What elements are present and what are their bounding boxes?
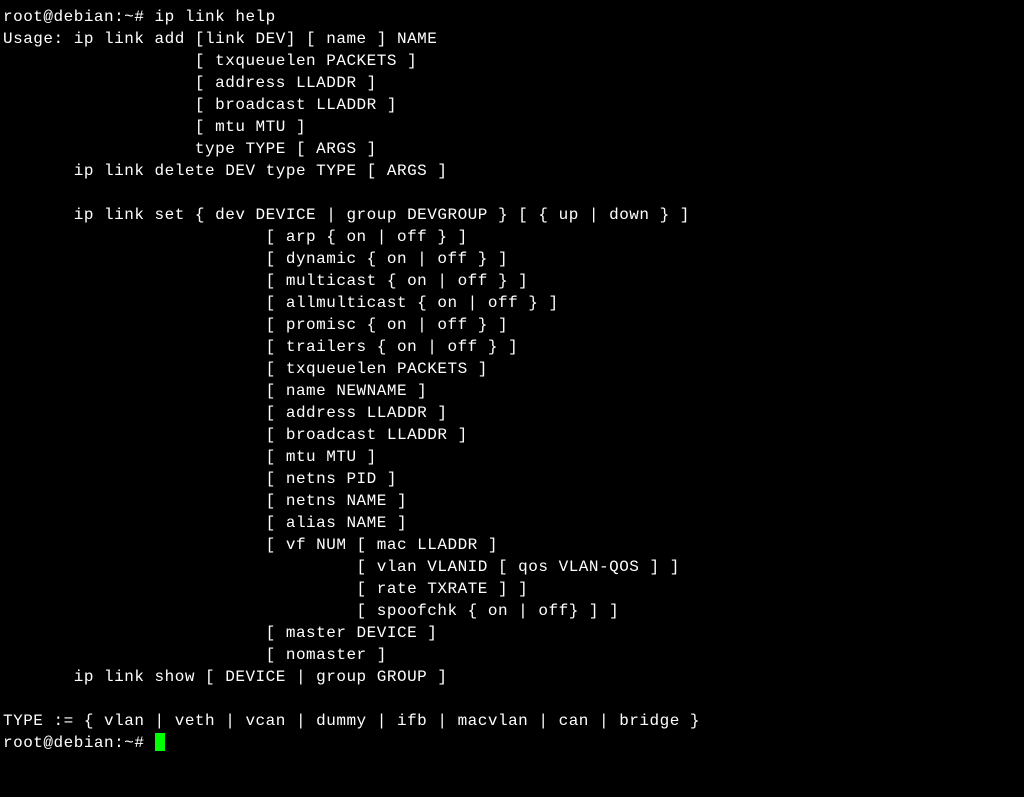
- usage-line: [ txqueuelen PACKETS ]: [3, 360, 488, 378]
- usage-line: Usage: ip link add [link DEV] [ name ] N…: [3, 30, 437, 48]
- usage-line: [ address LLADDR ]: [3, 74, 377, 92]
- prompt-line-1: root@debian:~# ip link help: [3, 8, 276, 26]
- usage-line: [ trailers { on | off } ]: [3, 338, 518, 356]
- usage-line: [ txqueuelen PACKETS ]: [3, 52, 417, 70]
- usage-line: ip link delete DEV type TYPE [ ARGS ]: [3, 162, 447, 180]
- usage-line: ip link set { dev DEVICE | group DEVGROU…: [3, 206, 690, 224]
- usage-line: [ mtu MTU ]: [3, 448, 377, 466]
- usage-line: [ broadcast LLADDR ]: [3, 96, 397, 114]
- usage-line: [ nomaster ]: [3, 646, 387, 664]
- usage-line: [ vlan VLANID [ qos VLAN-QOS ] ]: [3, 558, 680, 576]
- usage-line: [ arp { on | off } ]: [3, 228, 468, 246]
- shell-prompt: root@debian:~#: [3, 734, 155, 752]
- usage-line: [ dynamic { on | off } ]: [3, 250, 508, 268]
- typed-command: ip link help: [155, 8, 276, 26]
- usage-line: [ netns NAME ]: [3, 492, 407, 510]
- terminal[interactable]: root@debian:~# ip link help Usage: ip li…: [0, 0, 1024, 760]
- usage-line: [ name NEWNAME ]: [3, 382, 427, 400]
- prompt-line-2: root@debian:~#: [3, 734, 165, 752]
- usage-line: [ mtu MTU ]: [3, 118, 306, 136]
- usage-line: [ netns PID ]: [3, 470, 397, 488]
- usage-line: [ broadcast LLADDR ]: [3, 426, 468, 444]
- usage-line: [ address LLADDR ]: [3, 404, 447, 422]
- usage-line: ip link show [ DEVICE | group GROUP ]: [3, 668, 447, 686]
- usage-line: [ alias NAME ]: [3, 514, 407, 532]
- usage-line: TYPE := { vlan | veth | vcan | dummy | i…: [3, 712, 700, 730]
- cursor-block: [155, 733, 165, 751]
- usage-line: [ master DEVICE ]: [3, 624, 437, 642]
- usage-line: [ spoofchk { on | off} ] ]: [3, 602, 619, 620]
- usage-line: [ promisc { on | off } ]: [3, 316, 508, 334]
- usage-line: type TYPE [ ARGS ]: [3, 140, 377, 158]
- shell-prompt: root@debian:~#: [3, 8, 155, 26]
- usage-line: [ multicast { on | off } ]: [3, 272, 528, 290]
- usage-line: [ rate TXRATE ] ]: [3, 580, 528, 598]
- usage-line: [ allmulticast { on | off } ]: [3, 294, 559, 312]
- usage-line: [ vf NUM [ mac LLADDR ]: [3, 536, 498, 554]
